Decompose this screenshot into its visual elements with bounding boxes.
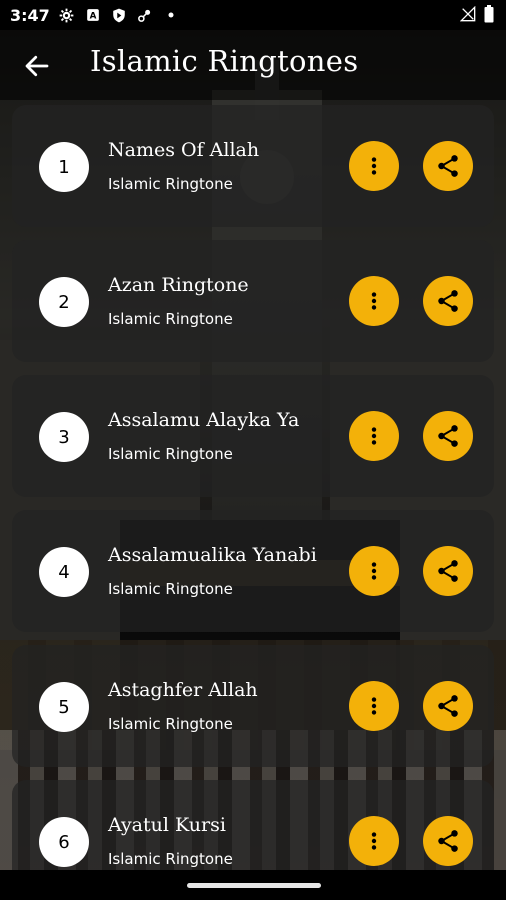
more-vert-icon [371, 832, 377, 850]
ringtone-name: Azan Ringtone [108, 274, 249, 296]
ringtone-subtitle: Islamic Ringtone [108, 445, 233, 463]
share-icon [438, 290, 458, 312]
ringtone-subtitle: Islamic Ringtone [108, 310, 233, 328]
share-icon [438, 830, 458, 852]
share-button[interactable] [423, 816, 473, 866]
ringtone-subtitle: Islamic Ringtone [108, 850, 233, 868]
more-vert-icon [371, 292, 377, 310]
more-vert-icon [371, 157, 377, 175]
more-options-button[interactable] [349, 681, 399, 731]
more-options-button[interactable] [349, 546, 399, 596]
more-options-button[interactable] [349, 411, 399, 461]
svg-text:A: A [89, 12, 96, 22]
settings-satellite-icon [136, 6, 154, 24]
share-button[interactable] [423, 141, 473, 191]
signal-icon [459, 5, 476, 26]
status-time: 3:47 [10, 5, 50, 25]
app-bar: Islamic Ringtones [0, 30, 506, 100]
ringtone-number: 1 [39, 142, 89, 192]
more-options-button[interactable] [349, 141, 399, 191]
ringtone-subtitle: Islamic Ringtone [108, 580, 233, 598]
battery-icon [484, 5, 494, 27]
ringtone-card[interactable]: 3 Assalamu Alayka Ya Islamic Ringtone [12, 375, 494, 497]
share-icon [438, 560, 458, 582]
navigation-bar [0, 870, 506, 900]
more-vert-icon [371, 427, 377, 445]
ringtone-name: Astaghfer Allah [108, 679, 258, 701]
share-icon [438, 425, 458, 447]
share-button[interactable] [423, 546, 473, 596]
ringtone-number: 2 [39, 277, 89, 327]
share-icon [438, 155, 458, 177]
more-vert-icon [371, 697, 377, 715]
dot-icon [162, 6, 180, 24]
ringtone-number: 4 [39, 547, 89, 597]
share-button[interactable] [423, 276, 473, 326]
more-vert-icon [371, 562, 377, 580]
ringtone-card[interactable]: 1 Names Of Allah Islamic Ringtone [12, 105, 494, 227]
page-title: Islamic Ringtones [90, 44, 359, 78]
ringtone-card[interactable]: 4 Assalamualika Yanabi Islamic Ringtone [12, 510, 494, 632]
home-gesture-handle[interactable] [187, 883, 321, 888]
ringtone-card[interactable]: 6 Ayatul Kursi Islamic Ringtone [12, 780, 494, 870]
ringtone-name: Assalamualika Yanabi [108, 544, 317, 566]
ringtone-card[interactable]: 5 Astaghfer Allah Islamic Ringtone [12, 645, 494, 767]
ringtone-number: 5 [39, 682, 89, 732]
gear-icon [58, 6, 76, 24]
share-button[interactable] [423, 681, 473, 731]
share-icon [438, 695, 458, 717]
share-button[interactable] [423, 411, 473, 461]
ringtone-name: Ayatul Kursi [108, 814, 226, 836]
status-bar: 3:47 A [0, 0, 506, 30]
ringtone-list[interactable]: 1 Names Of Allah Islamic Ringtone 2 Azan… [0, 100, 506, 870]
ringtone-number: 6 [39, 817, 89, 867]
ringtone-subtitle: Islamic Ringtone [108, 175, 233, 193]
ringtone-number: 3 [39, 412, 89, 462]
ringtone-name: Names Of Allah [108, 139, 260, 161]
shield-icon [110, 6, 128, 24]
ringtone-card[interactable]: 2 Azan Ringtone Islamic Ringtone [12, 240, 494, 362]
back-arrow-icon[interactable] [22, 51, 52, 81]
ringtone-subtitle: Islamic Ringtone [108, 715, 233, 733]
font-icon: A [84, 6, 102, 24]
ringtone-name: Assalamu Alayka Ya [108, 409, 300, 431]
more-options-button[interactable] [349, 816, 399, 866]
more-options-button[interactable] [349, 276, 399, 326]
